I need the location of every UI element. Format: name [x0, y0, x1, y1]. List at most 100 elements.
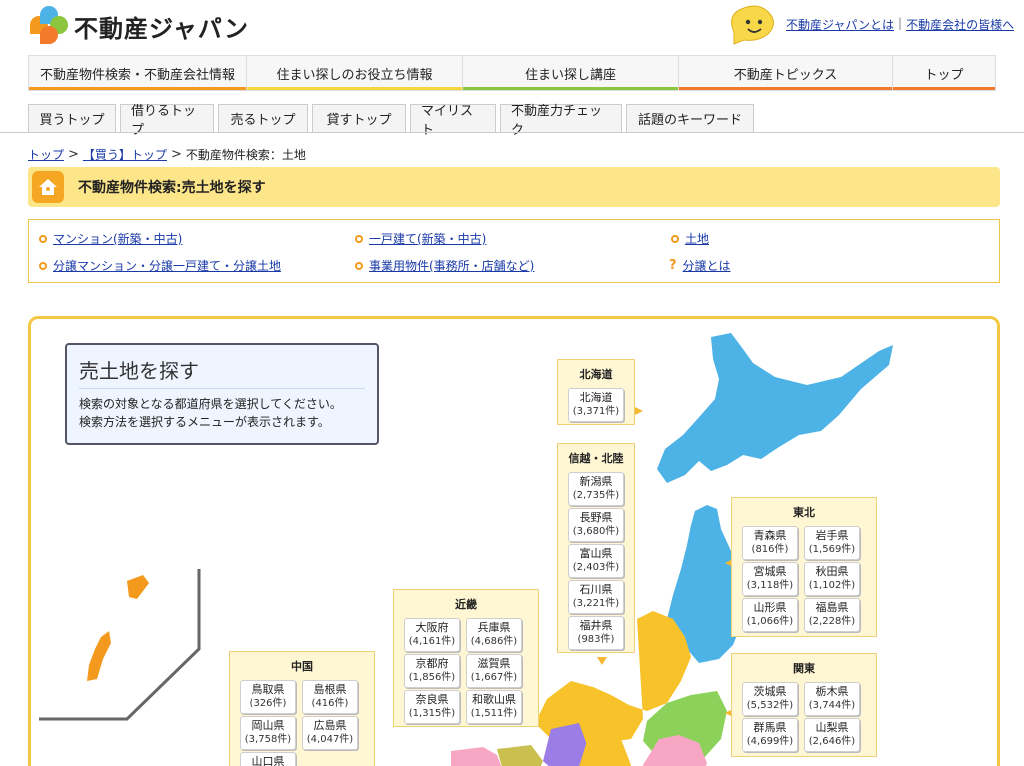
- header-link-separator: |: [898, 16, 903, 30]
- category-business: 事業用物件(事務所・店舗など): [355, 257, 534, 274]
- pref-name: 富山県: [579, 547, 613, 560]
- logo-mark-icon: [28, 6, 68, 46]
- pref-iwate[interactable]: 岩手県 (1,569件): [804, 526, 860, 560]
- pref-osaka[interactable]: 大阪府 (4,161件): [404, 618, 460, 652]
- category-business-link[interactable]: 事業用物件(事務所・店舗など): [369, 257, 534, 274]
- tab-realestate-check[interactable]: 不動産力チェック: [500, 104, 622, 138]
- pref-name: 滋賀県: [477, 657, 511, 670]
- category-bunjo-link[interactable]: 分譲マンション・分譲一戸建て・分譲土地: [53, 257, 281, 274]
- pref-kyoto[interactable]: 京都府 (1,856件): [404, 654, 460, 688]
- pref-name: 長野県: [579, 511, 613, 524]
- pref-tottori[interactable]: 鳥取県 (326件): [240, 680, 296, 714]
- main-nav-accent: [463, 87, 678, 90]
- pref-name: 栃木県: [815, 685, 849, 698]
- pref-count: (1,667件): [470, 672, 518, 683]
- pref-toyama[interactable]: 富山県 (2,403件): [568, 544, 624, 578]
- main-nav-topics[interactable]: 不動産トピックス: [679, 56, 893, 90]
- pref-yamaguchi[interactable]: 山口県: [240, 752, 296, 766]
- pref-akita[interactable]: 秋田県 (1,102件): [804, 562, 860, 596]
- pref-aomori[interactable]: 青森県 (816件): [742, 526, 798, 560]
- pref-fukui[interactable]: 福井県 (983件): [568, 616, 624, 650]
- region-chugoku: 中国 鳥取県 (326件) 島根県 (416件) 岡山県 (3,758件) 広島…: [229, 651, 375, 766]
- pref-count: (3,680件): [572, 526, 620, 537]
- pref-miyagi[interactable]: 宮城県 (3,118件): [742, 562, 798, 596]
- pref-name: 宮城県: [753, 565, 787, 578]
- tab-mylist[interactable]: マイリスト: [410, 104, 496, 138]
- main-nav-property-search[interactable]: 不動産物件検索・不動産会社情報: [29, 56, 247, 90]
- pref-okayama[interactable]: 岡山県 (3,758件): [240, 716, 296, 750]
- map-hokkaido[interactable]: [657, 333, 893, 483]
- pref-nagano[interactable]: 長野県 (3,680件): [568, 508, 624, 542]
- pref-name: 新潟県: [579, 475, 613, 488]
- category-house-link[interactable]: 一戸建て(新築・中古): [369, 230, 486, 247]
- intro-box: 売土地を探す 検索の対象となる都道府県を選択してください。 検索方法を選択するメ…: [65, 343, 379, 445]
- pref-name: 山形県: [753, 601, 787, 614]
- pref-count: (3,371件): [572, 406, 620, 417]
- main-nav-accent: [679, 87, 892, 90]
- main-nav-useful-info[interactable]: 住まい探しのお役立ち情報: [247, 56, 463, 90]
- category-mansion-link[interactable]: マンション(新築・中古): [53, 230, 182, 247]
- pref-count: (4,161件): [408, 636, 456, 647]
- intro-title: 売土地を探す: [79, 355, 365, 389]
- pref-fukushima[interactable]: 福島県 (2,228件): [804, 598, 860, 632]
- map-chugoku[interactable]: [451, 747, 503, 766]
- pref-shimane[interactable]: 島根県 (416件): [302, 680, 358, 714]
- okinawa-island-main[interactable]: [87, 631, 111, 681]
- pref-ibaraki[interactable]: 茨城県 (5,532件): [742, 682, 798, 716]
- tab-keywords[interactable]: 話題のキーワード: [626, 104, 754, 132]
- pref-name: 福井県: [579, 619, 613, 632]
- pref-name: 秋田県: [815, 565, 849, 578]
- category-what-is-bunjo-link[interactable]: 分譲とは: [683, 257, 731, 274]
- header-links: 不動産ジャパンとは | 不動産会社の皆様へ: [786, 16, 1014, 33]
- category-land-link[interactable]: 土地: [685, 230, 709, 247]
- pref-yamagata[interactable]: 山形県 (1,066件): [742, 598, 798, 632]
- pref-hokkaido[interactable]: 北海道 (3,371件): [568, 388, 624, 422]
- site-logo[interactable]: 不動産ジャパン: [28, 6, 249, 46]
- pref-tochigi[interactable]: 栃木県 (3,744件): [804, 682, 860, 716]
- pref-hiroshima[interactable]: 広島県 (4,047件): [302, 716, 358, 750]
- pref-name: 京都府: [415, 657, 449, 670]
- pref-count: (2,735件): [572, 490, 620, 501]
- pref-hyogo[interactable]: 兵庫県 (4,686件): [466, 618, 522, 652]
- intro-text-line2: 検索方法を選択するメニューが表示されます。: [79, 415, 330, 429]
- main-nav-course[interactable]: 住まい探し講座: [463, 56, 679, 90]
- main-nav: 不動産物件検索・不動産会社情報 住まい探しのお役立ち情報 住まい探し講座 不動産…: [28, 55, 996, 91]
- tab-lease-top[interactable]: 貸すトップ: [312, 104, 406, 132]
- main-nav-label: 不動産トピックス: [733, 67, 838, 83]
- intro-text-line1: 検索の対象となる都道府県を選択してください。: [79, 397, 342, 411]
- pref-count: (3,118件): [746, 580, 794, 591]
- pref-count: (1,102件): [808, 580, 856, 591]
- okinawa-island-north[interactable]: [127, 575, 149, 599]
- bullet-icon: [355, 234, 363, 243]
- pref-niigata[interactable]: 新潟県 (2,735件): [568, 472, 624, 506]
- tab-rent-top[interactable]: 借りるトップ: [120, 104, 214, 138]
- pref-gunma[interactable]: 群馬県 (4,699件): [742, 718, 798, 752]
- main-nav-label: 住まい探し講座: [524, 67, 616, 83]
- sub-nav-divider: [0, 132, 1024, 133]
- map-kinki-west[interactable]: [497, 745, 543, 766]
- pref-nara[interactable]: 奈良県 (1,315件): [404, 690, 460, 724]
- tab-buy-top[interactable]: 買うトップ: [28, 104, 116, 132]
- pref-yamanashi[interactable]: 山梨県 (2,646件): [804, 718, 860, 752]
- pref-ishikawa[interactable]: 石川県 (3,221件): [568, 580, 624, 614]
- region-tohoku: 東北 青森県 (816件) 岩手県 (1,569件) 宮城県 (3,118件) …: [731, 497, 877, 637]
- region-kinki: 近畿 大阪府 (4,161件) 兵庫県 (4,686件) 京都府 (1,856件…: [393, 589, 539, 727]
- pref-count: (4,047件): [306, 734, 354, 745]
- pref-name: 大阪府: [415, 621, 449, 634]
- for-agents-link[interactable]: 不動産会社の皆様へ: [906, 16, 1014, 33]
- pref-name: 広島県: [313, 719, 347, 732]
- breadcrumb-buy-top[interactable]: 【買う】トップ: [83, 146, 167, 163]
- main-nav-top[interactable]: トップ: [893, 56, 995, 90]
- region-title: 北海道: [579, 368, 613, 381]
- main-nav-label: 住まい探しのお役立ち情報: [276, 67, 433, 83]
- pref-name: 山梨県: [815, 721, 849, 734]
- category-what-is-bunjo: ? 分譲とは: [669, 257, 731, 274]
- map-tokai[interactable]: [579, 739, 631, 766]
- bullet-icon: [355, 261, 363, 270]
- about-link[interactable]: 不動産ジャパンとは: [786, 16, 894, 33]
- pref-shiga[interactable]: 滋賀県 (1,667件): [466, 654, 522, 688]
- pref-wakayama[interactable]: 和歌山県 (1,511件): [466, 690, 522, 724]
- breadcrumb-top[interactable]: トップ: [28, 146, 64, 163]
- tab-sell-top[interactable]: 売るトップ: [218, 104, 308, 132]
- mascot-icon: [731, 5, 774, 45]
